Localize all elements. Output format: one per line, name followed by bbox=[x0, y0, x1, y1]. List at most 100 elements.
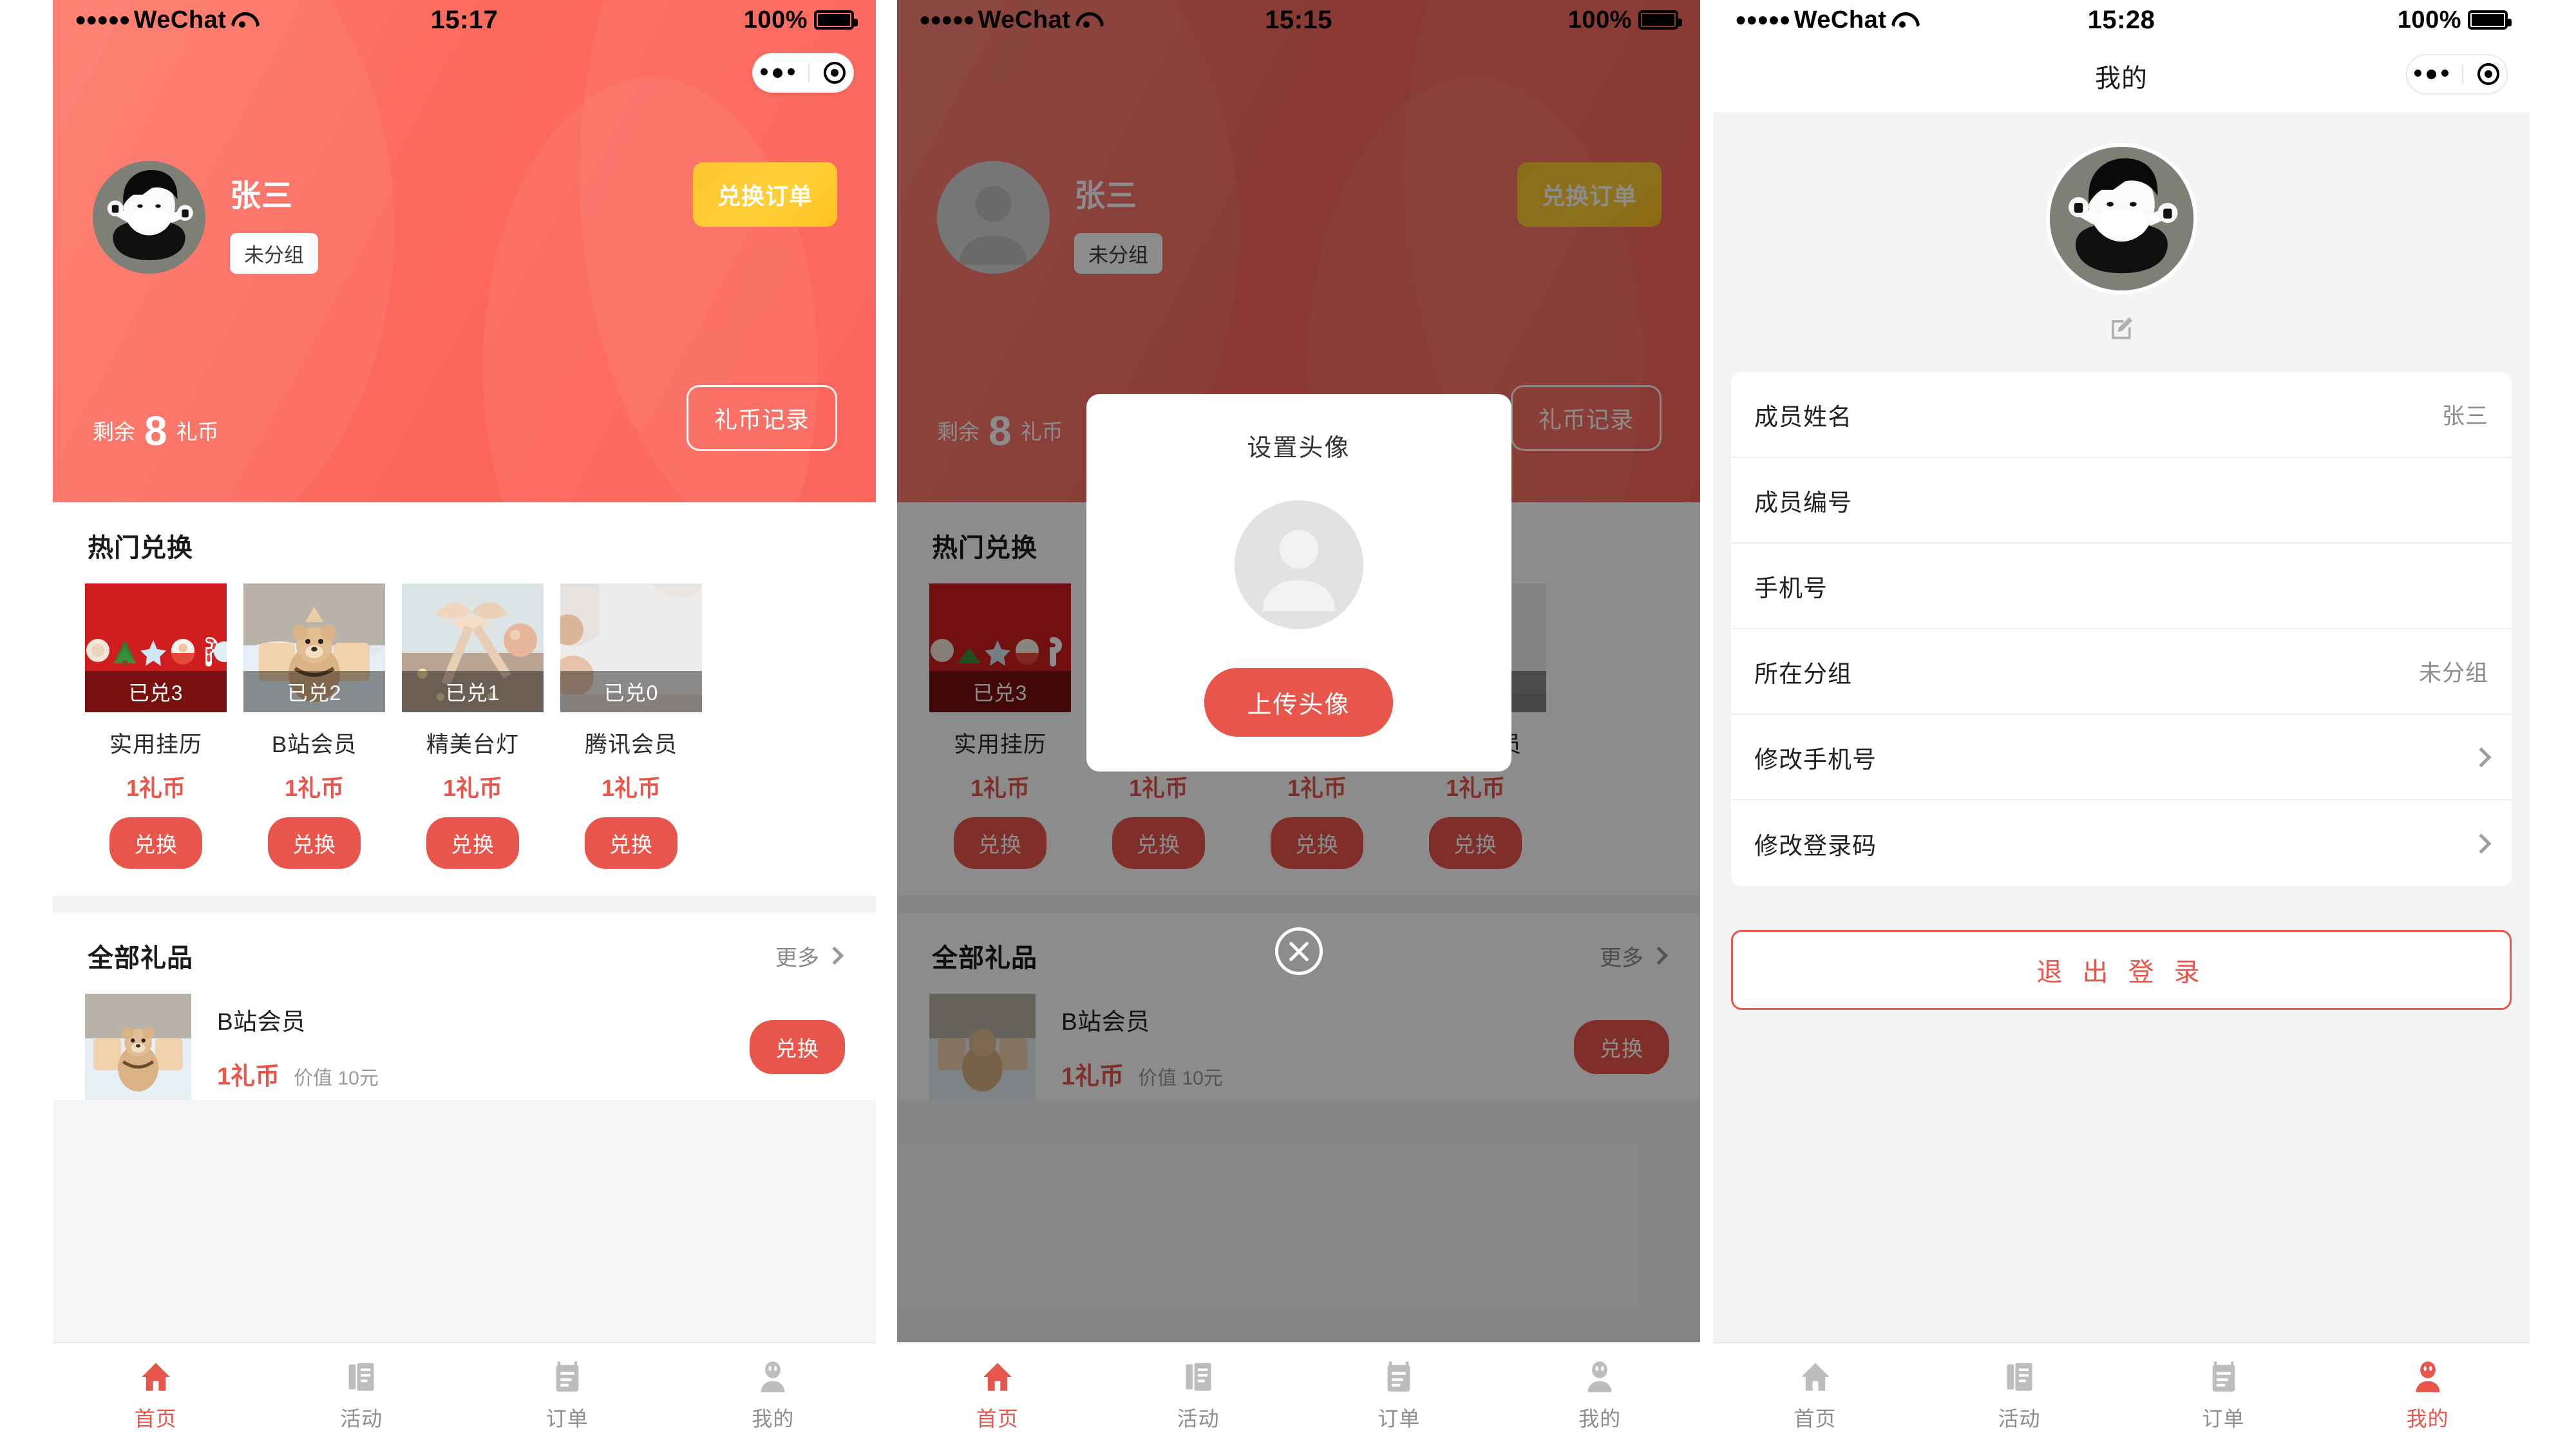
tab-order[interactable]: 订单 bbox=[464, 1360, 670, 1432]
close-miniprogram-icon[interactable] bbox=[824, 62, 846, 84]
bottom-tab-bar: 首页 活动 订单 我的 bbox=[53, 1342, 876, 1449]
tab-order[interactable]: 订单 bbox=[2121, 1360, 2325, 1432]
gift-card[interactable]: 已兑2 B站会员 1礼币 兑换 bbox=[243, 583, 385, 869]
home-profile-row: 张三 未分组 兑换订单 bbox=[93, 161, 837, 274]
wifi-icon bbox=[231, 11, 253, 29]
battery-percent: 100% bbox=[743, 6, 808, 33]
gift-image: 已兑0 bbox=[560, 583, 702, 712]
gift-card[interactable]: 已兑1 精美台灯 1礼币 兑换 bbox=[402, 583, 544, 869]
dialog-title: 设置头像 bbox=[1247, 435, 1350, 462]
avatar-illustration bbox=[93, 161, 205, 274]
profile-top-bar: ●●●●● WeChat 15:28 100% 我的 bbox=[1713, 0, 2530, 112]
more-menu-icon[interactable] bbox=[2414, 69, 2448, 79]
row-label: 手机号 bbox=[1754, 574, 1828, 601]
tab-label: 我的 bbox=[752, 1407, 795, 1430]
exchange-button[interactable]: 兑换 bbox=[109, 817, 202, 869]
capsule[interactable] bbox=[752, 53, 854, 93]
upload-avatar-button[interactable]: 上传头像 bbox=[1204, 668, 1393, 737]
status-right: 100% bbox=[743, 6, 858, 34]
tab-home[interactable]: 首页 bbox=[1713, 1360, 1917, 1432]
row-value: 未分组 bbox=[2418, 661, 2488, 686]
gift-price: 1礼币 bbox=[601, 775, 661, 801]
exchange-orders-button[interactable]: 兑换订单 bbox=[692, 162, 837, 227]
all-section-head: 全部礼品 更多 bbox=[53, 913, 876, 994]
hot-items-grid: 已兑3 实用挂历 1礼币 兑换 bbox=[53, 583, 876, 896]
home-name-block: 张三 未分组 bbox=[230, 161, 318, 274]
gift-action-wrap: 兑换 bbox=[402, 817, 544, 869]
coin-label: 剩余 bbox=[93, 420, 135, 444]
status-bar: ●●●●● WeChat 15:17 100% bbox=[53, 0, 876, 40]
info-row-member-name[interactable]: 成员姓名 张三 bbox=[1731, 372, 2512, 458]
avatar-preview bbox=[1234, 500, 1363, 629]
exchange-button[interactable]: 兑换 bbox=[268, 817, 361, 869]
exchange-button[interactable]: 兑换 bbox=[426, 817, 519, 869]
chevron-right-icon bbox=[825, 946, 844, 965]
chevron-right-icon bbox=[2471, 833, 2492, 854]
gift-price: 1礼币 bbox=[284, 775, 345, 801]
tab-order[interactable]: 订单 bbox=[1299, 1360, 1500, 1432]
info-row-group[interactable]: 所在分组 未分组 bbox=[1731, 629, 2512, 715]
status-bar: ●●●●● WeChat 15:28 100% bbox=[1713, 0, 2530, 40]
member-info-card: 成员姓名 张三 成员编号 手机号 所在分组 未分组 修改手机号 修改登录码 bbox=[1731, 372, 2512, 886]
info-row-member-id[interactable]: 成员编号 bbox=[1731, 458, 2512, 544]
gift-card[interactable]: 已兑3 实用挂历 1礼币 兑换 bbox=[85, 583, 227, 869]
info-row-change-phone[interactable]: 修改手机号 bbox=[1731, 715, 2512, 800]
capsule[interactable] bbox=[2406, 54, 2508, 94]
edit-avatar-button[interactable] bbox=[1713, 314, 2530, 343]
tab-label: 活动 bbox=[1177, 1407, 1220, 1430]
gift-name: 精美台灯 bbox=[426, 732, 519, 757]
order-icon bbox=[1388, 1361, 1410, 1392]
coin-record-button[interactable]: 礼币记录 bbox=[686, 385, 837, 451]
list-item[interactable]: B站会员 1礼币 价值 10元 兑换 bbox=[53, 994, 876, 1100]
more-link[interactable]: 更多 bbox=[775, 940, 844, 972]
avatar-illustration bbox=[2049, 147, 2193, 290]
profile-icon bbox=[2416, 1361, 2439, 1392]
tab-activity[interactable]: 活动 bbox=[259, 1360, 465, 1432]
tab-profile[interactable]: 我的 bbox=[2325, 1360, 2530, 1432]
status-right: 100% bbox=[2398, 6, 2512, 34]
capsule-divider bbox=[808, 63, 810, 82]
info-row-phone[interactable]: 手机号 bbox=[1731, 544, 2512, 629]
gift-value: 价值 10元 bbox=[294, 1068, 379, 1089]
avatar[interactable] bbox=[2045, 143, 2197, 294]
edit-pencil-icon bbox=[2112, 317, 2133, 339]
gift-price: 1礼币 bbox=[126, 775, 186, 801]
coin-unit: 礼币 bbox=[176, 420, 219, 444]
home-icon bbox=[1801, 1363, 1830, 1391]
screenshot-stage: ●●●●● WeChat 15:17 100% 张三 未分组 兑换订单 剩余 8… bbox=[0, 0, 2576, 1449]
logout-button[interactable]: 退 出 登 录 bbox=[1731, 930, 2512, 1010]
carrier-label: WeChat bbox=[133, 6, 227, 33]
tab-home[interactable]: 首页 bbox=[53, 1360, 259, 1432]
tab-activity[interactable]: 活动 bbox=[1917, 1360, 2121, 1432]
info-row-change-password[interactable]: 修改登录码 bbox=[1731, 800, 2512, 886]
coin-count: 8 bbox=[144, 408, 167, 455]
gift-name: B站会员 bbox=[217, 1009, 306, 1035]
tab-label: 订单 bbox=[1378, 1407, 1421, 1430]
nav-bar: 我的 bbox=[1713, 40, 2530, 112]
avatar-placeholder-icon bbox=[1234, 500, 1363, 629]
close-miniprogram-icon[interactable] bbox=[2477, 63, 2500, 85]
close-dialog-button[interactable] bbox=[1274, 927, 1323, 975]
gift-name: 实用挂历 bbox=[109, 732, 202, 757]
gift-card[interactable]: 已兑0 腾讯会员 1礼币 兑换 bbox=[560, 583, 702, 869]
status-left: ●●●●● WeChat bbox=[1735, 6, 1913, 34]
carrier-label: WeChat bbox=[1794, 6, 1887, 33]
more-menu-icon[interactable] bbox=[760, 68, 795, 78]
avatar[interactable] bbox=[93, 161, 205, 274]
tab-home[interactable]: 首页 bbox=[897, 1360, 1098, 1432]
tab-profile[interactable]: 我的 bbox=[670, 1360, 876, 1432]
row-label: 成员编号 bbox=[1754, 489, 1852, 516]
exchange-button[interactable]: 兑换 bbox=[585, 817, 677, 869]
order-icon bbox=[2212, 1361, 2235, 1392]
exchanged-badge: 已兑1 bbox=[402, 671, 544, 712]
gift-action-wrap: 兑换 bbox=[85, 817, 227, 869]
user-name: 张三 bbox=[230, 179, 294, 213]
signal-dots-icon: ●●●●● bbox=[75, 9, 131, 30]
tab-label: 首页 bbox=[134, 1407, 177, 1430]
home-header: ●●●●● WeChat 15:17 100% 张三 未分组 兑换订单 剩余 8… bbox=[53, 0, 876, 502]
exchange-button[interactable]: 兑换 bbox=[750, 1019, 845, 1074]
tab-activity[interactable]: 活动 bbox=[1098, 1360, 1299, 1432]
chevron-right-icon bbox=[2471, 746, 2492, 768]
tab-label: 活动 bbox=[340, 1407, 383, 1430]
tab-profile[interactable]: 我的 bbox=[1499, 1360, 1700, 1432]
